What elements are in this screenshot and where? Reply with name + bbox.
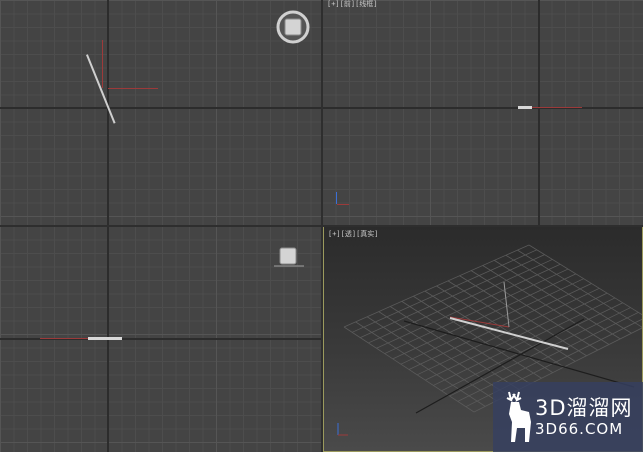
grid: [0, 0, 322, 226]
cube-icon[interactable]: [274, 246, 304, 270]
watermark-url: 3D66.COM: [535, 420, 624, 438]
x-axis-line: [108, 88, 158, 89]
grid-line: [425, 292, 608, 381]
x-axis-marker: [337, 204, 349, 205]
grid-line: [433, 297, 616, 386]
grid-line: [528, 244, 642, 316]
grid-line: [482, 265, 610, 345]
y-axis-line: [102, 40, 103, 88]
line-object[interactable]: [518, 106, 532, 109]
z-axis-marker: [336, 192, 337, 204]
grid-line: [441, 302, 623, 392]
grid-line: [505, 254, 632, 334]
watermark-title: 3D溜溜网: [535, 396, 633, 420]
grid: [322, 0, 643, 226]
viewport-top[interactable]: [0, 0, 322, 226]
deer-icon: [506, 391, 531, 442]
grid-line: [517, 249, 642, 328]
viewport-label[interactable]: [+][前][线框]: [327, 0, 378, 9]
grid-axis-horizontal: [0, 107, 322, 109]
viewport-divider[interactable]: [0, 225, 643, 227]
grid-line: [494, 260, 621, 340]
grid-line: [459, 275, 587, 357]
grid-line: [408, 283, 592, 370]
grid-line: [470, 270, 598, 351]
viewport-front[interactable]: [+][前][线框]: [322, 0, 643, 226]
line-object[interactable]: [88, 337, 122, 340]
grid-axis-horizontal: [322, 107, 643, 109]
watermark-logo: 3D溜溜网 3D66.COM: [493, 382, 643, 452]
viewcube-icon[interactable]: [276, 10, 310, 44]
grid-line: [447, 280, 576, 362]
grid-axis-vertical: [538, 0, 540, 226]
